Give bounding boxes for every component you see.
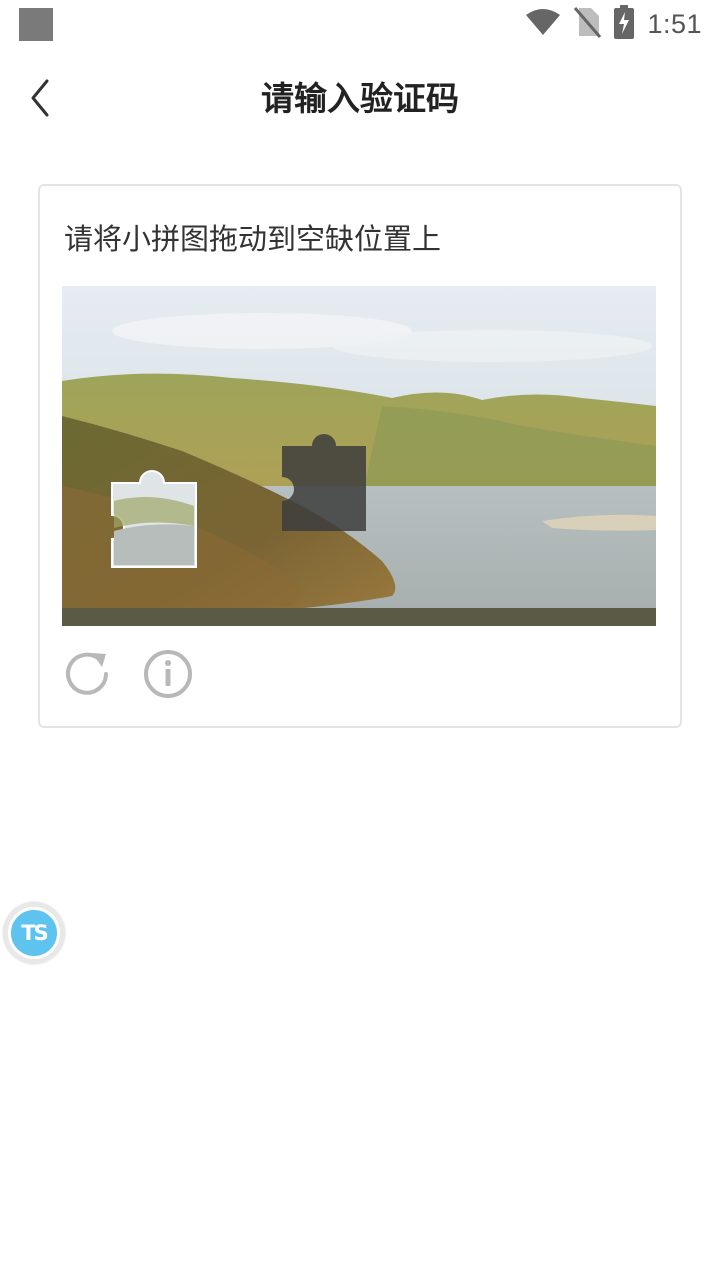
info-button[interactable] xyxy=(142,648,194,700)
page-title: 请输入验证码 xyxy=(261,79,459,118)
floating-ts-badge[interactable]: TS xyxy=(3,902,65,964)
back-button[interactable] xyxy=(20,74,60,122)
wifi-icon xyxy=(525,8,561,40)
status-bar: 1:51 xyxy=(0,0,720,48)
no-sim-icon xyxy=(573,6,602,42)
top-bar: 请输入验证码 xyxy=(0,56,720,142)
battery-charging-icon xyxy=(613,5,635,43)
ts-logo: TS xyxy=(8,907,60,959)
captcha-card: 请将小拼图拖动到空缺位置上 xyxy=(38,184,682,728)
captcha-image xyxy=(62,286,656,626)
refresh-icon xyxy=(66,652,108,695)
info-icon xyxy=(144,650,192,698)
notification-square-icon xyxy=(19,8,53,41)
refresh-button[interactable] xyxy=(62,648,114,700)
status-icons: 1:51 xyxy=(525,5,702,43)
captcha-tools xyxy=(62,646,194,702)
captcha-instruction: 请将小拼图拖动到空缺位置上 xyxy=(64,222,442,256)
chevron-left-icon xyxy=(31,79,49,117)
status-time: 1:51 xyxy=(647,8,702,39)
